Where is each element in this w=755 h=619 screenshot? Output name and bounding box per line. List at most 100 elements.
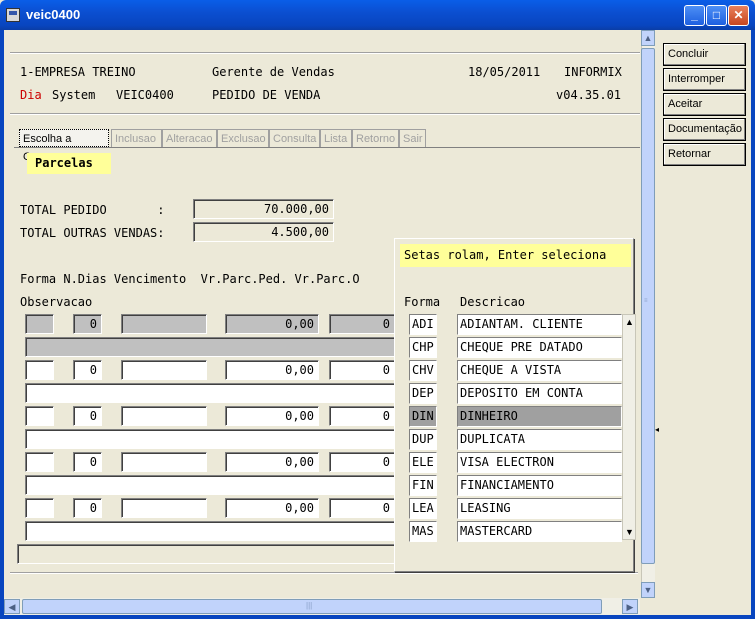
maximize-button[interactable]: □ — [706, 5, 727, 26]
tab-escolha-opcao[interactable]: Escolha a Opcao — [19, 129, 109, 163]
vencimento-field[interactable] — [121, 498, 207, 518]
scroll-right-icon[interactable]: ▶ — [622, 599, 638, 614]
scroll-down-icon[interactable]: ▼ — [641, 582, 655, 598]
header-separator-top — [10, 52, 640, 54]
dias-field[interactable]: 0 — [73, 360, 102, 380]
vthumb-grip-icon: ≡ — [644, 298, 648, 304]
dias-field[interactable]: 0 — [73, 498, 102, 518]
popup-item-code[interactable]: DEP — [409, 383, 437, 404]
minimize-button[interactable]: _ — [684, 5, 705, 26]
window-title: veic0400 — [26, 7, 81, 22]
valor-parcela-field[interactable]: 0,00 — [225, 406, 319, 426]
aceitar-button[interactable]: Aceitar — [663, 93, 746, 116]
user-role: Gerente de Vendas — [212, 65, 335, 79]
tab-inclusao[interactable]: Inclusao — [111, 129, 162, 147]
screen-name: PEDIDO DE VENDA — [212, 88, 321, 102]
tab-lista[interactable]: Lista — [320, 129, 352, 147]
company-name: 1-EMPRESA TREINO — [20, 65, 136, 79]
popup-item-code[interactable]: ADI — [409, 314, 437, 335]
forma-field[interactable] — [25, 498, 54, 518]
forma-field[interactable] — [25, 314, 54, 334]
popup-item-code[interactable]: CHV — [409, 360, 437, 381]
valor-parcela-field[interactable]: 0,00 — [225, 498, 319, 518]
popup-item-description[interactable]: CHEQUE A VISTA — [457, 360, 622, 381]
popup-item-code[interactable]: MAS — [409, 521, 437, 542]
popup-item-code[interactable]: FIN — [409, 475, 437, 496]
popup-item-description[interactable]: LEASING — [457, 498, 622, 519]
total-outras-value: 4.500,00 — [193, 222, 334, 242]
system-label: System — [52, 88, 96, 102]
title-bar[interactable] — [0, 0, 755, 30]
vencimento-field[interactable] — [121, 314, 207, 334]
retornar-button[interactable]: Retornar — [663, 143, 746, 166]
tab-sair[interactable]: Sair — [399, 129, 426, 147]
popup-hint: Setas rolam, Enter seleciona — [400, 244, 631, 267]
forma-field[interactable] — [25, 452, 54, 472]
popup-item-description[interactable]: VISA ELECTRON — [457, 452, 622, 473]
forma-field[interactable] — [25, 360, 54, 380]
observacao-field[interactable] — [25, 383, 395, 403]
tab-retorno[interactable]: Retorno — [352, 129, 399, 147]
window-frame-right — [751, 30, 755, 619]
popup-col-descricao: Descricao — [460, 295, 526, 309]
vencimento-field[interactable] — [121, 360, 207, 380]
popup-item-code[interactable]: ELE — [409, 452, 437, 473]
dias-field[interactable]: 0 — [73, 452, 102, 472]
observacao-field[interactable] — [25, 337, 395, 357]
total-pedido-value: 70.000,00 — [193, 199, 334, 219]
popup-item-description[interactable]: CHEQUE PRE DATADO — [457, 337, 622, 358]
observacao-field[interactable] — [25, 429, 395, 449]
splitter-arrow-icon[interactable]: ◂ — [655, 425, 659, 434]
popup-scroll-down-icon[interactable]: ▼ — [623, 525, 636, 539]
popup-item-description[interactable]: ADIANTAM. CLIENTE — [457, 314, 622, 335]
popup-item-description[interactable]: MASTERCARD — [457, 521, 622, 542]
popup-item-description[interactable]: DUPLICATA — [457, 429, 622, 450]
valor-outras-field[interactable]: 0 — [329, 498, 395, 518]
scroll-left-icon[interactable]: ◀ — [4, 599, 20, 614]
valor-outras-field[interactable]: 0 — [329, 360, 395, 380]
close-button[interactable]: ✕ — [728, 5, 749, 26]
popup-item-code[interactable]: DUP — [409, 429, 437, 450]
interromper-button[interactable]: Interromper — [663, 68, 746, 91]
valor-outras-field[interactable]: 0 — [329, 406, 395, 426]
vencimento-field[interactable] — [121, 452, 207, 472]
valor-parcela-field[interactable]: 0,00 — [225, 314, 319, 334]
database-name: INFORMIX — [564, 65, 622, 79]
vertical-scroll-thumb[interactable] — [641, 48, 655, 564]
popup-item-description[interactable]: DEPOSITO EM CONTA — [457, 383, 622, 404]
popup-item-code[interactable]: DIN — [409, 406, 437, 427]
dias-field[interactable]: 0 — [73, 314, 102, 334]
popup-item-code[interactable]: CHP — [409, 337, 437, 358]
day-label: Dia — [20, 88, 42, 102]
forma-field[interactable] — [25, 406, 54, 426]
popup-item-description[interactable]: FINANCIAMENTO — [457, 475, 622, 496]
valor-parcela-field[interactable]: 0,00 — [225, 452, 319, 472]
bottom-separator — [10, 572, 638, 574]
valor-outras-field[interactable]: 0 — [329, 452, 395, 472]
documentacao-button[interactable]: Documentação — [663, 118, 746, 141]
version-label: v04.35.01 — [556, 88, 622, 102]
observacao-label: Observacao — [20, 295, 93, 309]
program-code: VEIC0400 — [116, 88, 174, 102]
observacao-field[interactable] — [25, 475, 395, 495]
popup-item-description[interactable]: DINHEIRO — [457, 406, 622, 427]
tab-alteracao[interactable]: Alteracao — [162, 129, 217, 147]
total-pedido-label: TOTAL PEDIDO : — [20, 203, 165, 217]
popup-col-forma: Forma — [404, 295, 441, 309]
observacao-field[interactable] — [25, 521, 395, 541]
current-date: 18/05/2011 — [468, 65, 541, 79]
vencimento-field[interactable] — [121, 406, 207, 426]
scroll-up-icon[interactable]: ▲ — [641, 30, 655, 46]
dias-field[interactable]: 0 — [73, 406, 102, 426]
valor-outras-field[interactable]: 0 — [329, 314, 395, 334]
popup-scroll-up-icon[interactable]: ▲ — [623, 315, 636, 329]
tabs-baseline — [14, 147, 640, 148]
popup-item-code[interactable]: LEA — [409, 498, 437, 519]
concluir-button[interactable]: Concluir — [663, 43, 746, 66]
status-bar — [17, 544, 397, 564]
tab-exclusao[interactable]: Exclusao — [217, 129, 269, 147]
valor-parcela-field[interactable]: 0,00 — [225, 360, 319, 380]
popup-scrollbar[interactable] — [622, 314, 636, 540]
tab-consulta[interactable]: Consulta — [269, 129, 320, 147]
total-outras-label: TOTAL OUTRAS VENDAS: — [20, 226, 165, 240]
